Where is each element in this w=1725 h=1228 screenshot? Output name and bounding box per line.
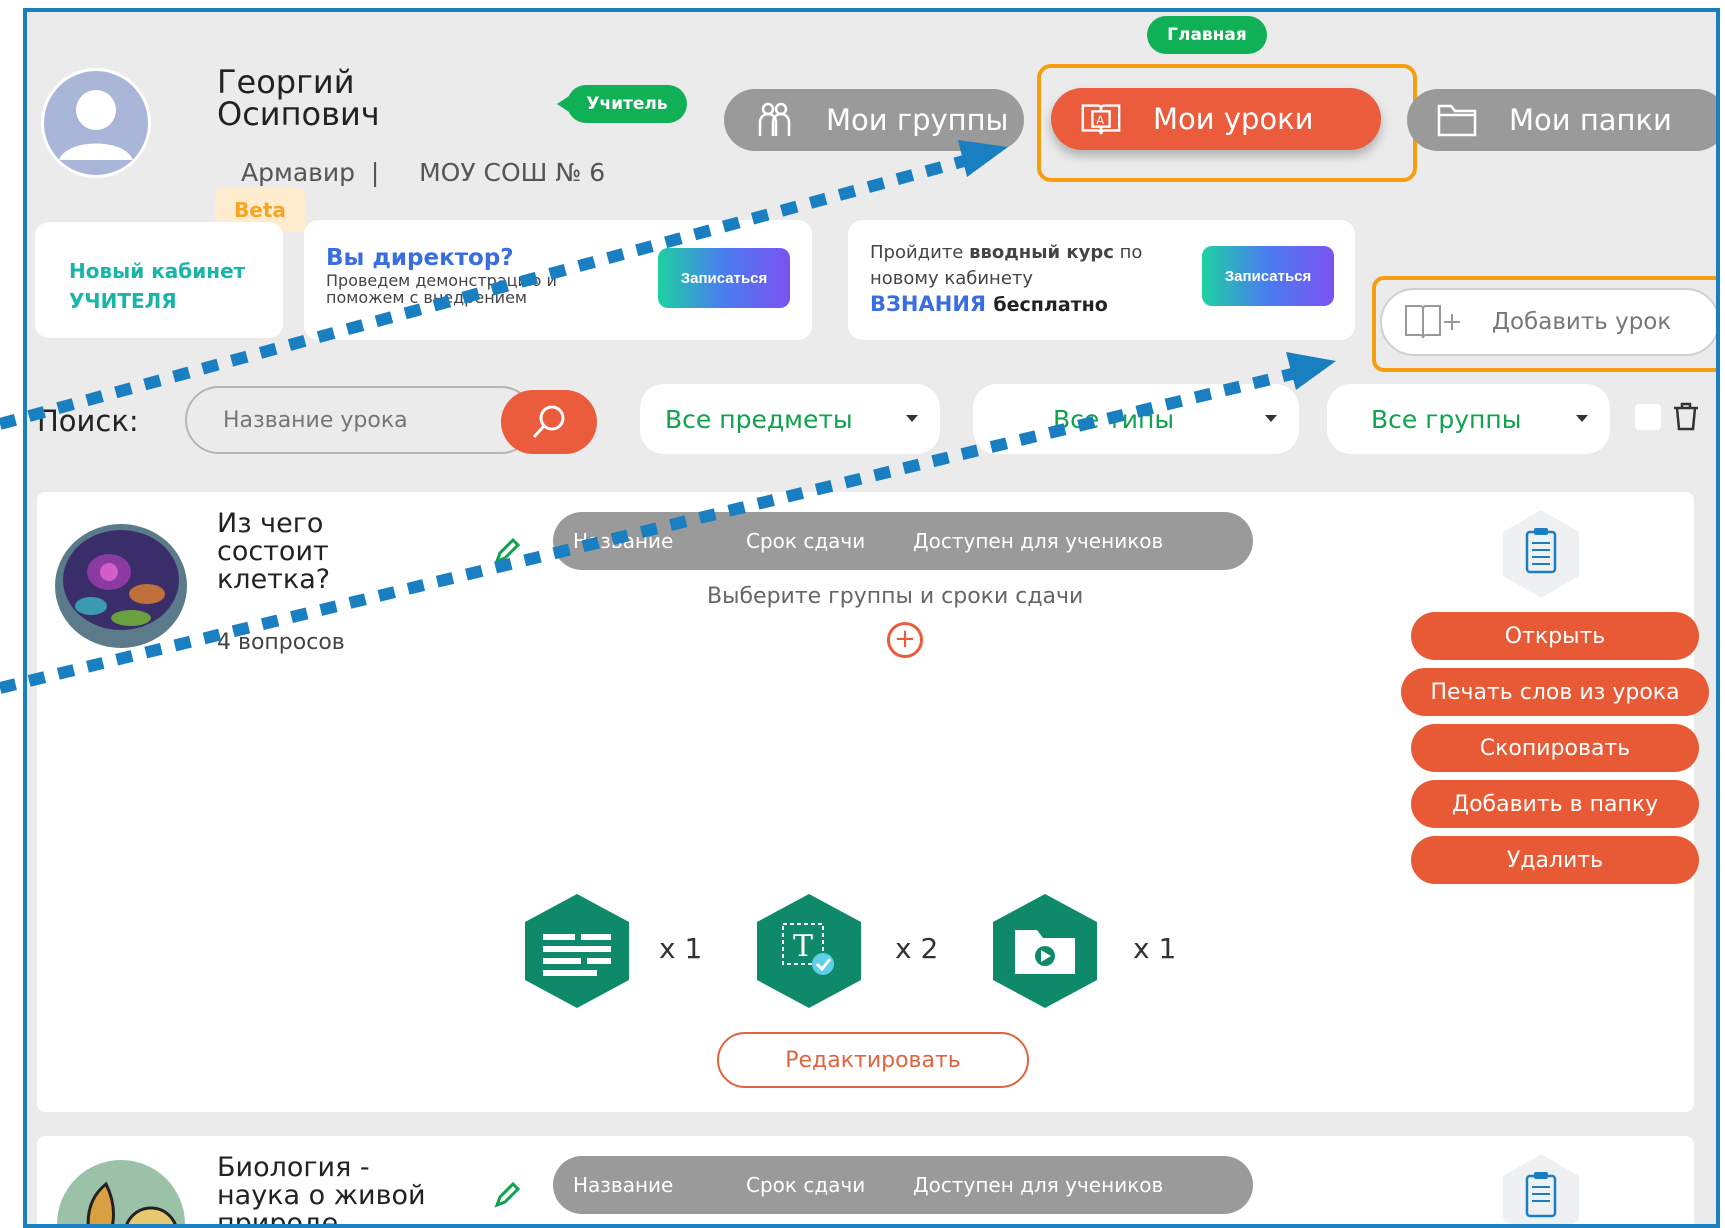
course-prefix: Пройдите <box>870 242 964 263</box>
lesson-card: Биология - наука о живой природе Названи… <box>37 1136 1694 1225</box>
assignment-table-header: Название Срок сдачи Доступен для ученико… <box>553 512 1253 570</box>
clipboard-icon[interactable] <box>1499 1152 1583 1224</box>
new-cabinet-card[interactable]: Новый кабинет УЧИТЕЛЯ <box>35 222 283 338</box>
assignment-table-header: Название Срок сдачи Доступен для ученико… <box>553 1156 1253 1214</box>
tab-my-groups[interactable]: Мои группы <box>724 89 1024 151</box>
avatar[interactable] <box>41 68 151 178</box>
select-all-checkbox[interactable] <box>1635 404 1661 430</box>
col-deadline: Срок сдачи <box>746 1173 866 1197</box>
text-block-icon[interactable] <box>521 892 633 1010</box>
user-name: Георгий Осипович <box>217 63 380 133</box>
school: МОУ СОШ № 6 <box>419 158 606 187</box>
director-card: Вы директор? Проведем демонстрацию и пом… <box>304 220 812 340</box>
course-text: Пройдите вводный курс по новому кабинету <box>870 240 1200 292</box>
delete-button[interactable]: Удалить <box>1411 836 1699 884</box>
new-cabinet-text: Новый кабинет УЧИТЕЛЯ <box>69 256 245 316</box>
chevron-down-icon <box>1576 415 1588 422</box>
course-free: бесплатно <box>993 294 1108 316</box>
app-frame: Георгий Осипович Учитель Армавир | МОУ С… <box>23 8 1720 1228</box>
svg-text:T: T <box>793 929 813 964</box>
add-to-folder-button[interactable]: Добавить в папку <box>1411 780 1699 828</box>
text-check-count: x 2 <box>895 932 939 965</box>
subject-filter[interactable]: Все предметы <box>640 384 940 454</box>
course-card: Пройдите вводный курс по новому кабинету… <box>848 220 1355 340</box>
trash-icon[interactable] <box>1671 400 1701 436</box>
lesson-question-count: 4 вопросов <box>217 630 345 655</box>
city: Армавир <box>241 158 356 187</box>
lesson-title[interactable]: Из чего состоит клетка? <box>217 510 367 594</box>
course-signup-button[interactable]: Записаться <box>1202 246 1334 306</box>
print-words-button[interactable]: Печать слов из урока <box>1401 668 1709 716</box>
text-check-icon[interactable]: T <box>753 892 865 1010</box>
lesson-thumbnail[interactable] <box>51 514 191 654</box>
lesson-card: Из чего состоит клетка? 4 вопросов Назва… <box>37 492 1709 1112</box>
director-title: Вы директор? <box>326 245 514 271</box>
user-location: Армавир | МОУ СОШ № 6 <box>241 158 605 187</box>
highlight-my-lessons <box>1037 64 1417 182</box>
director-text: Проведем демонстрацию и поможем с внедре… <box>326 271 557 307</box>
director-signup-button[interactable]: Записаться <box>658 248 790 308</box>
col-available: Доступен для учеников <box>913 1173 1164 1197</box>
subject-filter-value: Все предметы <box>665 404 853 434</box>
type-filter-value: Все типы <box>1053 404 1175 434</box>
pencil-icon[interactable] <box>492 536 522 570</box>
lesson-title[interactable]: Биология - наука о живой природе <box>217 1154 457 1225</box>
separator: | <box>370 158 380 187</box>
search-label: Поиск: <box>37 404 139 438</box>
new-cabinet-line2: УЧИТЕЛЯ <box>69 289 177 313</box>
main-badge[interactable]: Главная <box>1147 16 1267 54</box>
video-folder-icon[interactable] <box>989 892 1101 1010</box>
col-available: Доступен для учеников <box>913 529 1164 553</box>
tab-my-folders-label: Мои папки <box>1509 103 1672 137</box>
group-filter-value: Все группы <box>1371 404 1522 434</box>
lesson-thumbnail[interactable] <box>51 1154 191 1224</box>
course-brand: ВЗНАНИЯ <box>870 292 987 316</box>
course-brand-line: ВЗНАНИЯ бесплатно <box>870 292 1108 316</box>
edit-lesson-button[interactable]: Редактировать <box>717 1032 1029 1088</box>
open-button[interactable]: Открыть <box>1411 612 1699 660</box>
role-badge: Учитель <box>557 85 687 123</box>
add-assignment-icon[interactable]: + <box>887 622 923 658</box>
copy-button[interactable]: Скопировать <box>1411 724 1699 772</box>
chevron-down-icon <box>906 415 918 422</box>
clipboard-icon[interactable] <box>1499 508 1583 604</box>
course-bold: вводный курс <box>969 242 1114 263</box>
assignment-empty-text: Выберите группы и сроки сдачи <box>707 584 1084 609</box>
tab-my-folders[interactable]: Мои папки <box>1407 89 1716 151</box>
search-button[interactable] <box>501 390 597 454</box>
type-filter[interactable]: Все типы <box>973 384 1299 454</box>
groups-icon <box>752 98 796 142</box>
new-cabinet-line1: Новый кабинет <box>69 259 246 283</box>
col-name: Название <box>573 529 674 553</box>
video-folder-count: x 1 <box>1133 932 1177 965</box>
search-input[interactable] <box>185 386 535 454</box>
text-block-count: x 1 <box>659 932 703 965</box>
highlight-add-lesson <box>1372 276 1716 372</box>
group-filter[interactable]: Все группы <box>1327 384 1610 454</box>
pencil-icon[interactable] <box>492 1180 522 1214</box>
col-name: Название <box>573 1173 674 1197</box>
tab-my-groups-label: Мои группы <box>826 103 1009 137</box>
folder-icon <box>1435 98 1479 142</box>
chevron-down-icon <box>1265 415 1277 422</box>
search-icon <box>530 403 568 441</box>
col-deadline: Срок сдачи <box>746 529 866 553</box>
